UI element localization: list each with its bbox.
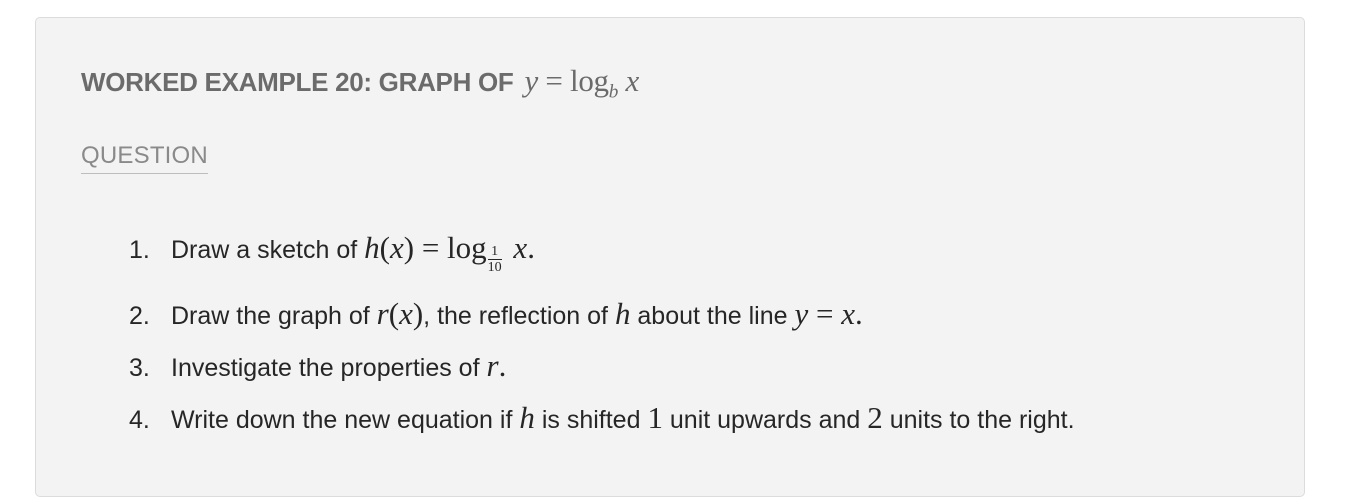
question-label: QUESTION — [81, 142, 208, 174]
fraction: 1 10 — [487, 243, 502, 275]
question-item-3: 3. Investigate the properties of r. — [129, 348, 507, 383]
worked-example-heading: WORKED EXAMPLE 20: GRAPH OF y = logb x — [81, 63, 639, 104]
math-number: 1 — [647, 400, 663, 435]
heading-math: y = logb x — [524, 63, 639, 103]
math-variable: h — [614, 296, 631, 331]
math-variable: h — [519, 400, 535, 435]
math-expression: r(x) — [376, 296, 424, 331]
math-variable: r. — [486, 348, 507, 383]
heading-text: WORKED EXAMPLE 20: GRAPH OF — [81, 67, 514, 97]
question-item-2: 2. Draw the graph of r(x), the reflection… — [129, 296, 863, 331]
item-number: 4. — [129, 406, 150, 434]
worked-example-card: WORKED EXAMPLE 20: GRAPH OF y = logb x Q… — [35, 17, 1305, 497]
question-item-1: 1. Draw a sketch of h(x) = log 1 10 x. — [129, 230, 535, 275]
question-item-4: 4. Write down the new equation if h is sh… — [129, 400, 1075, 435]
item-number: 2. — [129, 302, 150, 330]
item-number: 3. — [129, 354, 150, 382]
math-expression: y = x. — [794, 296, 863, 331]
math-expression: h(x) = log 1 10 x. — [364, 230, 535, 275]
item-number: 1. — [129, 236, 150, 264]
math-number: 2 — [867, 400, 883, 435]
